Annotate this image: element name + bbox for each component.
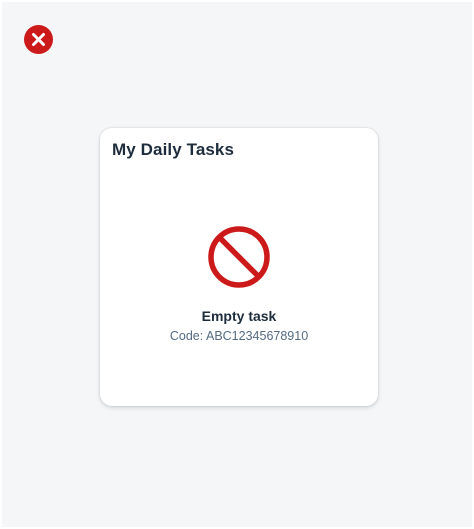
page-background: My Daily Tasks Empty task Code: ABC12345… (2, 2, 472, 527)
prohibited-icon (208, 226, 270, 288)
close-icon (24, 25, 53, 54)
empty-state-title: Empty task (201, 308, 277, 324)
task-code: Code: ABC12345678910 (169, 329, 309, 343)
task-card: My Daily Tasks Empty task Code: ABC12345… (100, 128, 378, 406)
close-button[interactable] (24, 25, 53, 54)
card-title: My Daily Tasks (112, 140, 235, 159)
